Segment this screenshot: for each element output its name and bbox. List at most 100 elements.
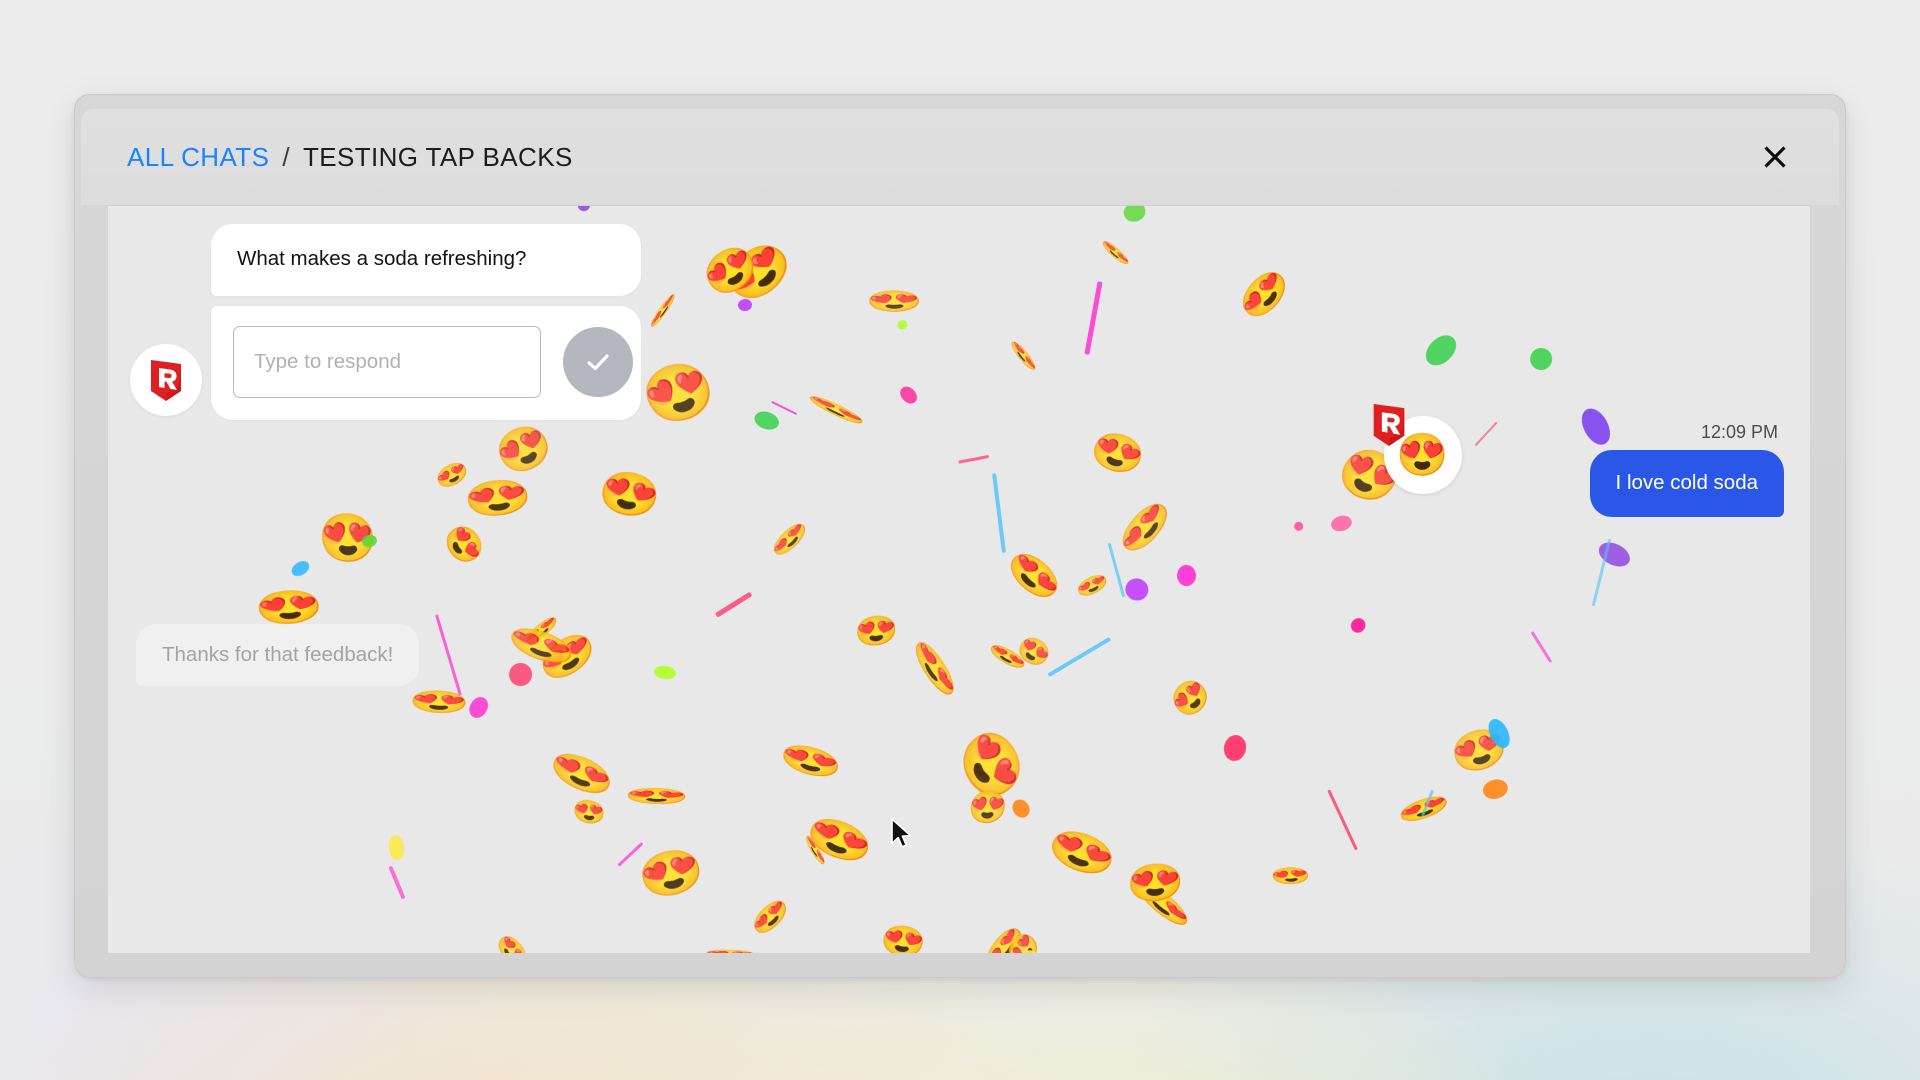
- confetti-emoji: 😍: [984, 639, 1031, 675]
- confetti-streak: [1046, 637, 1111, 678]
- window-header: ALL CHATS / TESTING TAP BACKS: [81, 109, 1839, 205]
- confetti-emoji: 😍: [803, 390, 870, 430]
- confetti-chip: [896, 382, 921, 407]
- confetti-streak: [1474, 421, 1498, 447]
- confetti-emoji: 😍: [998, 543, 1070, 609]
- bot-avatar: [130, 344, 202, 416]
- confetti-streak: [1420, 789, 1434, 817]
- confetti-emoji: 😍: [491, 929, 533, 953]
- confetti-emoji: 😍: [460, 474, 535, 520]
- confetti-chip: [576, 206, 590, 212]
- confetti-emoji: 😍: [694, 235, 765, 306]
- confetti-emoji: 😍: [632, 842, 710, 905]
- confetti-chip: [1419, 330, 1462, 372]
- confetti-chip: [1294, 521, 1305, 532]
- confetti-streak: [991, 472, 1007, 553]
- confetti-chip: [1527, 345, 1555, 374]
- close-button[interactable]: [1753, 135, 1797, 179]
- confetti-chip: [465, 694, 492, 722]
- confetti-emoji: 😍: [1073, 569, 1111, 601]
- confetti-chip: [1008, 796, 1033, 821]
- confetti-chip: [653, 664, 677, 681]
- confetti-emoji: 😍: [1005, 338, 1041, 375]
- confetti-streak: [1084, 281, 1103, 356]
- confetti-chip: [387, 834, 406, 861]
- breadcrumb-all-chats-link[interactable]: ALL CHATS: [127, 142, 269, 173]
- roblox-r-logo-icon: [151, 359, 181, 401]
- confetti-emoji: 😍: [437, 518, 490, 571]
- confetti-streak: [1327, 788, 1358, 850]
- question-bubble: What makes a soda refreshing?: [211, 224, 641, 296]
- confetti-streak: [714, 591, 753, 618]
- confetti-chip: [1347, 614, 1369, 636]
- confetti-emoji: 😍: [947, 717, 1034, 814]
- confetti-emoji: 😍: [854, 613, 899, 649]
- confetti-emoji: 😍: [621, 786, 691, 806]
- confetti-emoji: 😍: [572, 797, 606, 826]
- confetti-streak: [388, 865, 407, 900]
- confetti-emoji: 😍: [967, 789, 1009, 825]
- confetti-chip: [1484, 715, 1515, 752]
- chat-message-canvas: 😍 😍 😍 😍 😍 😍 😍 😍 😍 😍 😍 😍 😍 😍 😍 😍 😍 😍 😍 😍 😍 😍 😍 😍 😍 😍 😍 😍 😍 😍 😍 😍 😍 😍 😍 😍 😍 😍 😍 😍…: [107, 205, 1811, 953]
- confetti-chip: [1481, 776, 1511, 802]
- confetti-emoji: 😍: [545, 743, 619, 803]
- user-message: 12:09 PM I love cold soda 😍: [1373, 404, 1784, 517]
- confetti-emoji: 😍: [777, 739, 843, 784]
- confetti-streak: [1591, 538, 1612, 607]
- confetti-chip: [1221, 732, 1249, 763]
- confetti-emoji: 😍: [1084, 425, 1151, 481]
- confetti-emoji: 😍: [799, 809, 879, 872]
- confetti-chip: [896, 318, 909, 331]
- confetti-chip: [1329, 513, 1354, 534]
- chat-window: ALL CHATS / TESTING TAP BACKS 😍 😍 😍 😍 😍 😍 😍 😍 😍 😍…: [74, 94, 1846, 978]
- confetti-streak: [958, 455, 990, 465]
- confetti-emoji: 😍: [1164, 671, 1217, 725]
- confetti-emoji: 😍: [1268, 865, 1314, 887]
- confetti-emoji: 😍: [432, 457, 473, 494]
- confetti-emoji: 😍: [802, 831, 828, 870]
- confetti-emoji: 😍: [520, 611, 603, 691]
- confetti-streak: [770, 401, 797, 416]
- close-icon: [1764, 146, 1786, 168]
- confetti-chip: [752, 407, 782, 433]
- confetti-emoji: 😍: [1001, 925, 1044, 953]
- user-message-bubble[interactable]: I love cold soda: [1589, 450, 1784, 517]
- confetti-emoji: 😍: [747, 892, 794, 942]
- confetti-emoji: 😍: [865, 290, 924, 313]
- confetti-emoji: 😍: [647, 288, 679, 332]
- confetti-chip: [1016, 947, 1047, 953]
- confetti-emoji: 😍: [486, 415, 561, 484]
- confetti-emoji: 😍: [1130, 873, 1196, 937]
- message-reaction[interactable]: 😍: [1368, 402, 1464, 498]
- reply-input[interactable]: [233, 325, 541, 398]
- confetti-chip: [288, 557, 312, 579]
- confetti-chip: [737, 298, 753, 312]
- roblox-r-logo-icon: [1373, 404, 1404, 446]
- confetti-emoji: 😍: [701, 948, 759, 953]
- confetti-emoji: 😍: [251, 586, 326, 628]
- confetti-streak: [1107, 542, 1126, 598]
- breadcrumb: ALL CHATS / TESTING TAP BACKS: [127, 142, 573, 173]
- confetti-emoji: 😍: [1125, 860, 1186, 904]
- confetti-emoji: 😍: [1231, 261, 1297, 328]
- confetti-emoji: 😍: [526, 947, 607, 953]
- confetti-emoji: 😍: [1012, 630, 1057, 672]
- confetti-emoji: 😍: [317, 512, 377, 566]
- confetti-emoji: 😍: [1040, 821, 1125, 885]
- confetti-chip: [1122, 575, 1152, 604]
- confetti-chip: [1176, 564, 1197, 587]
- reply-row: [211, 305, 641, 420]
- confetti-chip: [1595, 537, 1635, 572]
- breadcrumb-separator: /: [282, 141, 290, 172]
- submit-reply-button[interactable]: [563, 326, 633, 397]
- confetti-streak: [617, 842, 644, 867]
- confetti-emoji: 😍: [714, 231, 804, 313]
- breadcrumb-current-chat-title: TESTING TAP BACKS: [302, 141, 573, 172]
- confetti-emoji: 😍: [532, 623, 602, 690]
- confetti-emoji: 😍: [907, 631, 964, 705]
- confetti-emoji: 😍: [963, 756, 997, 787]
- check-icon: [587, 353, 609, 370]
- confetti-emoji: 😍: [877, 921, 929, 953]
- confetti-emoji: 😍: [1111, 494, 1180, 561]
- confetti-emoji: 😍: [766, 516, 813, 562]
